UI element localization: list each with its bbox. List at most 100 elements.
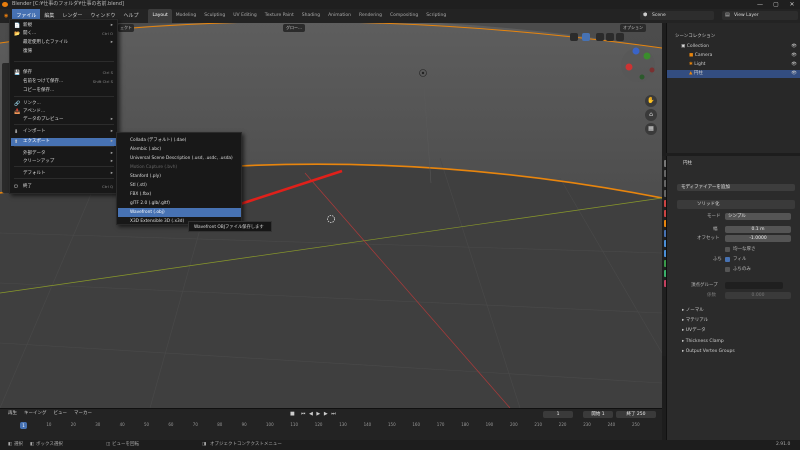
start-frame-field[interactable]: 開始 1 bbox=[583, 411, 613, 418]
export-item-fbx[interactable]: FBX (.fbx) bbox=[118, 190, 241, 199]
outliner-panel: シーンコレクション ▣ Collection 👁 ■ Camera 👁 ✱ Ligh… bbox=[666, 23, 800, 153]
file-menu-save-label: 保存 bbox=[23, 70, 32, 75]
even-thickness-checkbox[interactable] bbox=[725, 247, 730, 252]
section-thickness-clamp[interactable]: ▸ Thickness Clamp bbox=[682, 337, 724, 346]
modifier-header[interactable]: ソリッド化 bbox=[677, 200, 795, 209]
minimize-button[interactable]: — bbox=[752, 0, 768, 9]
outliner-scene-collection[interactable]: シーンコレクション bbox=[667, 33, 800, 41]
file-menu-import[interactable]: ⬇ インポート ▸ bbox=[11, 128, 117, 136]
file-menu-save-as[interactable]: 名前をつけて保存... Shift Ctrl S bbox=[11, 78, 117, 86]
mode-dropdown[interactable]: シンプル bbox=[725, 213, 791, 220]
section-uv[interactable]: ▸ UVデータ bbox=[682, 326, 706, 335]
file-menu-recent[interactable]: 最近使用したファイル ▸ bbox=[11, 39, 117, 47]
current-frame-field[interactable]: 1 bbox=[543, 411, 573, 418]
timeline-tick-label: 200 bbox=[510, 422, 518, 427]
export-item-usd[interactable]: Universal Scene Description (.usd, .usdc… bbox=[118, 154, 241, 163]
timeline-menu-playback[interactable]: 再生 bbox=[8, 410, 17, 418]
file-menu-link[interactable]: 🔗 リンク... bbox=[11, 100, 117, 108]
timeline-menu-marker[interactable]: マーカー bbox=[74, 410, 92, 418]
outliner-row-cylinder[interactable]: ▲ 円柱 👁 bbox=[667, 70, 800, 78]
tab-sculpting[interactable]: Sculpting bbox=[200, 9, 229, 23]
file-menu-clean-up[interactable]: クリーンアップ ▸ bbox=[11, 158, 117, 166]
file-menu-clean-up-label: クリーンアップ bbox=[23, 159, 55, 164]
rim-only-checkbox[interactable] bbox=[725, 267, 730, 272]
menu-help[interactable]: ヘルプ bbox=[119, 9, 142, 23]
scene-selector[interactable]: ⬢ Scene bbox=[640, 11, 714, 20]
visibility-eye-icon[interactable]: 👁 bbox=[791, 52, 797, 60]
file-menu-save-copy[interactable]: コピーを保存... bbox=[11, 87, 117, 95]
visibility-eye-icon[interactable]: 👁 bbox=[791, 61, 797, 69]
playhead[interactable]: 1 bbox=[20, 422, 27, 429]
file-menu-data-previews[interactable]: データのプレビュー ▸ bbox=[11, 116, 117, 124]
gizmo-toggle-icon[interactable] bbox=[570, 33, 578, 41]
tab-scripting[interactable]: Scripting bbox=[422, 9, 450, 23]
gizmo-z-icon[interactable] bbox=[632, 47, 640, 55]
material-shading-icon[interactable] bbox=[606, 33, 614, 41]
gizmo-y-icon[interactable] bbox=[643, 52, 651, 60]
camera-label: Camera bbox=[694, 53, 713, 58]
visibility-eye-icon[interactable]: 👁 bbox=[791, 70, 797, 78]
export-item-bvh[interactable]: Motion Capture (.bvh) bbox=[118, 163, 241, 172]
export-item-collada[interactable]: Collada (デフォルト) (.dae) bbox=[118, 136, 241, 145]
file-menu-append[interactable]: 📥 アペンド... bbox=[11, 108, 117, 116]
file-menu-defaults[interactable]: デフォルト ▸ bbox=[11, 170, 117, 178]
timeline-ruler[interactable]: 0102030405060708090100110120130140150160… bbox=[0, 421, 662, 429]
navigation-gizmo[interactable] bbox=[618, 45, 658, 85]
thickness-field[interactable]: 0.1 m bbox=[725, 226, 791, 233]
offset-field[interactable]: -1.0000 bbox=[725, 235, 791, 242]
tab-uv-editing[interactable]: UV Editing bbox=[229, 9, 260, 23]
timeline-menu-keying[interactable]: キーイング bbox=[24, 410, 47, 418]
file-menu-new[interactable]: 📄 新規 ▸ bbox=[11, 22, 117, 30]
playback-controls[interactable]: ■ ⏮ ◀ ▶ ▶ ⏭ bbox=[290, 410, 337, 418]
rendered-shading-icon[interactable] bbox=[616, 33, 624, 41]
transform-orientation-dropdown[interactable]: グロー… bbox=[283, 24, 305, 32]
section-normals[interactable]: ▸ ノーマル bbox=[682, 306, 704, 315]
file-menu-revert[interactable]: 復帰 bbox=[11, 48, 117, 56]
file-menu-quit[interactable]: ⏻ 終了 Ctrl Q bbox=[11, 183, 117, 191]
section-materials[interactable]: ▸ マテリアル bbox=[682, 316, 708, 325]
tab-compositing[interactable]: Compositing bbox=[386, 9, 422, 23]
gizmo-x-icon[interactable] bbox=[625, 63, 633, 71]
tab-texture-paint[interactable]: Texture Paint bbox=[261, 9, 298, 23]
ortho-toggle-icon[interactable]: ▦ bbox=[645, 123, 657, 135]
viewport-floor bbox=[0, 164, 662, 408]
tab-modeling[interactable]: Modeling bbox=[172, 9, 200, 23]
solid-shading-icon[interactable] bbox=[596, 33, 604, 41]
tab-rendering[interactable]: Rendering bbox=[355, 9, 386, 23]
file-menu-save[interactable]: 💾 保存 Ctrl S bbox=[11, 69, 117, 77]
export-item-stl[interactable]: Stl (.stl) bbox=[118, 181, 241, 190]
rim-fill-checkbox[interactable] bbox=[725, 257, 730, 262]
tab-shading[interactable]: Shading bbox=[298, 9, 324, 23]
file-menu-export[interactable]: ⬆ エクスポート ▸ bbox=[11, 138, 117, 146]
menu-separator bbox=[14, 124, 114, 125]
tab-layout[interactable]: Layout bbox=[148, 9, 172, 23]
options-dropdown[interactable]: オプション bbox=[620, 24, 646, 32]
mouse-drag-icon: ◧ bbox=[30, 442, 35, 447]
outliner-row-light[interactable]: ✱ Light 👁 bbox=[667, 61, 800, 69]
status-box-select: ボックス選択 bbox=[36, 442, 63, 447]
visibility-eye-icon[interactable]: 👁 bbox=[791, 43, 797, 51]
menu-separator bbox=[14, 146, 114, 147]
outliner-row-camera[interactable]: ■ Camera 👁 bbox=[667, 52, 800, 60]
factor-field[interactable]: 0.000 bbox=[725, 292, 791, 299]
export-item-alembic[interactable]: Alembic (.abc) bbox=[118, 145, 241, 154]
file-menu-external-data[interactable]: 外部データ ▸ bbox=[11, 150, 117, 158]
hand-pan-icon[interactable]: ✋ bbox=[645, 95, 657, 107]
outliner-row-collection[interactable]: ▣ Collection 👁 bbox=[667, 43, 800, 51]
camera-view-icon[interactable]: ⌂ bbox=[645, 109, 657, 121]
export-item-gltf[interactable]: glTF 2.0 (.glb/.gltf) bbox=[118, 199, 241, 208]
end-frame-field[interactable]: 終了 250 bbox=[616, 411, 656, 418]
vertex-group-field[interactable] bbox=[725, 282, 783, 289]
mode-dropdown[interactable]: ェクト bbox=[118, 24, 134, 32]
export-item-obj[interactable]: Wavefront (.obj) bbox=[118, 208, 241, 217]
export-item-ply[interactable]: Stanford (.ply) bbox=[118, 172, 241, 181]
section-output-vgroups[interactable]: ▸ Output Vertex Groups bbox=[682, 347, 735, 356]
add-modifier-dropdown[interactable]: モディファイアーを追加 bbox=[677, 184, 795, 191]
file-menu-open[interactable]: 📂 開く... Ctrl O bbox=[11, 30, 117, 38]
tab-animation[interactable]: Animation bbox=[324, 9, 355, 23]
xray-toggle-icon[interactable] bbox=[582, 33, 590, 41]
view-layer-selector[interactable]: ▤ View Layer bbox=[722, 11, 798, 20]
maximize-button[interactable]: ▢ bbox=[768, 0, 784, 9]
close-button[interactable]: ✕ bbox=[784, 0, 800, 9]
timeline-menu-view[interactable]: ビュー bbox=[54, 410, 68, 418]
